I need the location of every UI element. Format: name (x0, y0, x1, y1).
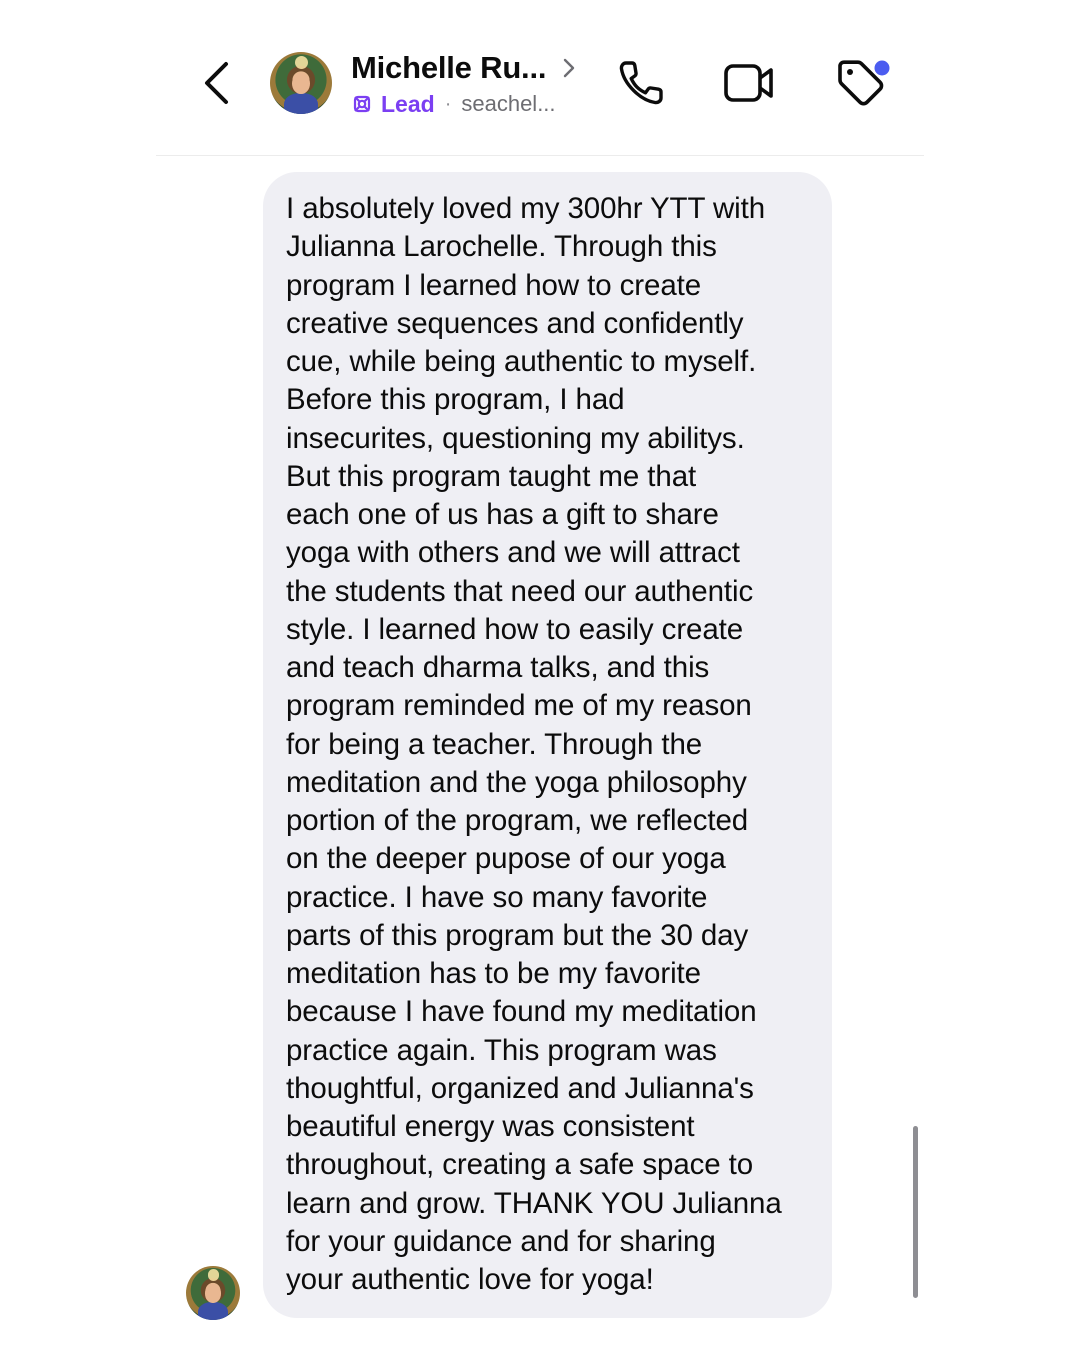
contact-name[interactable]: Michelle Ru... (351, 50, 546, 86)
sender-avatar (186, 1266, 240, 1320)
header-divider (156, 155, 924, 156)
message-line: meditation has to be my favorite (286, 957, 701, 990)
message-line: cue, while being authentic to myself. (286, 345, 757, 378)
message-line: thoughtful, organized and Julianna's (286, 1071, 754, 1105)
message-line: on the deeper pupose of our yoga (286, 842, 726, 876)
message-line: learn and grow. THANK YOU Julianna (286, 1186, 782, 1220)
video-camera-icon[interactable] (722, 58, 776, 108)
message-line: each one of us has a gift to share (286, 498, 719, 531)
contact-handle: seachel... (461, 91, 556, 116)
conversation-header: Michelle Ru... Lead · seachel... (0, 0, 1080, 156)
phone-icon[interactable] (616, 58, 666, 108)
chevron-left-icon[interactable] (196, 58, 240, 108)
message-line: and teach dharma talks, and this (286, 651, 710, 684)
message-line: throughout, creating a safe space to (286, 1148, 754, 1182)
message-line: program I learned how to create (286, 268, 702, 302)
message-line: beautiful energy was consistent (286, 1110, 695, 1143)
message-line: But this program taught me that (286, 459, 697, 493)
separator-dot: · (444, 92, 452, 115)
message-line: creative sequences and confidently (286, 306, 744, 340)
message-line: your authentic love for yoga! (286, 1263, 654, 1296)
message-line: for your guidance and for sharing (286, 1224, 716, 1258)
message-text: I absolutely loved my 300hr YTT with Juli… (286, 190, 812, 1299)
message-line: I absolutely loved my 300hr YTT with (286, 192, 766, 225)
message-line: program reminded me of my reason (286, 689, 752, 723)
lead-label: Lead (381, 90, 435, 117)
message-line: for being a teacher. Through the (286, 727, 703, 761)
message-line: portion of the program, we reflected (286, 804, 749, 837)
message-bubble[interactable]: I absolutely loved my 300hr YTT with Juli… (263, 172, 832, 1318)
tag-notification-dot (874, 60, 890, 76)
message-line: Julianna Larochelle. Through this (286, 230, 717, 264)
message-line: insecurites, questioning my abilitys. (286, 421, 745, 455)
scrollbar[interactable] (913, 1126, 918, 1298)
message-line: style. I learned how to easily create (286, 612, 744, 646)
contact-avatar[interactable] (270, 52, 332, 114)
message-line: practice. I have so many favorite (286, 880, 708, 914)
message-line: Before this program, I had (286, 383, 625, 417)
lead-badge-icon (353, 95, 371, 113)
message-line: parts of this program but the 30 day (286, 918, 749, 952)
message-line: yoga with others and we will attract (286, 536, 740, 570)
message-line: because I have found my meditation (286, 995, 757, 1029)
message-line: practice again. This program was (286, 1033, 717, 1067)
message-line: the students that need our authentic (286, 574, 754, 608)
contact-subtitle: Lead · seachel... (351, 90, 556, 118)
chevron-right-icon[interactable] (560, 56, 578, 80)
message-line: meditation and the yoga philosophy (286, 765, 747, 799)
tag-icon[interactable] (834, 56, 894, 110)
